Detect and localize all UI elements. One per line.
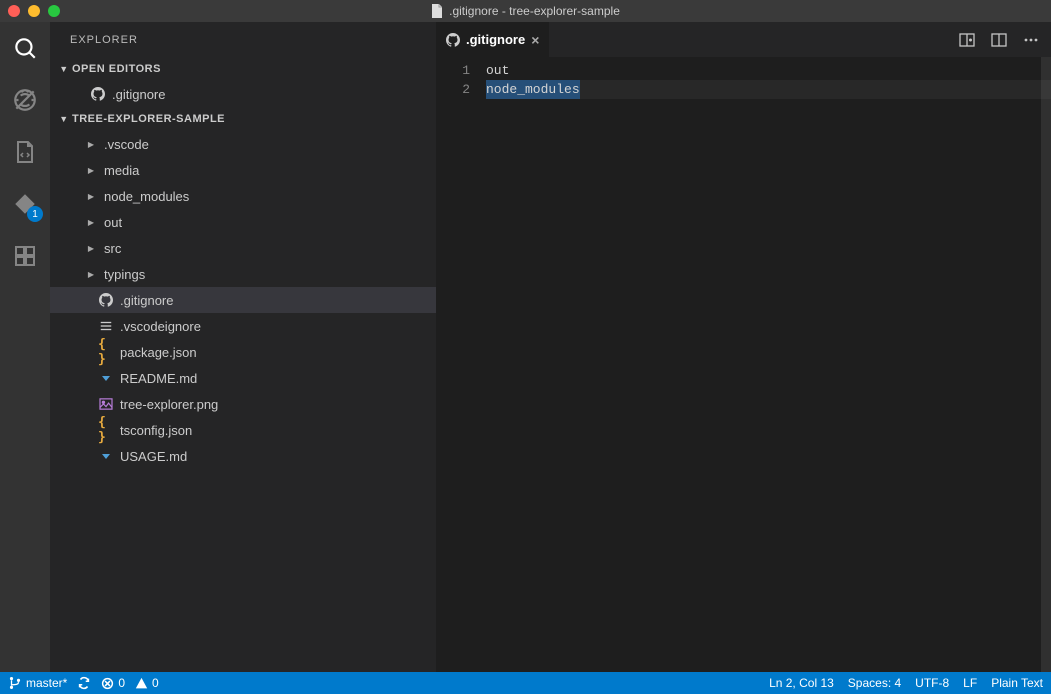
minimize-window-button[interactable]: [28, 5, 40, 17]
git-branch-status[interactable]: master*: [8, 676, 67, 690]
folder-item[interactable]: ▶ typings: [50, 261, 436, 287]
window-title: .gitignore - tree-explorer-sample: [449, 4, 620, 18]
close-tab-icon[interactable]: ×: [531, 32, 539, 48]
editor-tab[interactable]: .gitignore ×: [436, 22, 550, 57]
code-line[interactable]: out: [486, 61, 1051, 80]
file-name: USAGE.md: [120, 449, 187, 464]
file-name: package.json: [120, 345, 197, 360]
status-bar: master* 0 0 Ln 2, Col 13 Spaces: 4 UTF-8…: [0, 672, 1051, 694]
lines-icon: [98, 319, 114, 333]
open-editors-section-header[interactable]: ▼ OPEN EDITORS: [50, 57, 436, 81]
chevron-right-icon: ▶: [84, 166, 98, 175]
window-controls: [0, 5, 60, 17]
braces-icon: { }: [98, 337, 114, 367]
chevron-right-icon: ▶: [84, 218, 98, 227]
chevron-right-icon: ▶: [84, 244, 98, 253]
chevron-down-icon: ▼: [56, 64, 72, 74]
file-item[interactable]: { } package.json: [50, 339, 436, 365]
project-section-header[interactable]: ▼ TREE-EXPLORER-SAMPLE: [50, 107, 436, 131]
editor-area: .gitignore × 1 2 out: [436, 22, 1051, 672]
branch-name: master*: [26, 676, 67, 690]
open-editor-name: .gitignore: [112, 87, 165, 102]
folder-name: media: [104, 163, 139, 178]
scm-badge: 1: [27, 206, 43, 222]
chevron-down-icon: ▼: [56, 114, 72, 124]
cursor-position-status[interactable]: Ln 2, Col 13: [769, 676, 834, 690]
vertical-scrollbar[interactable]: [1041, 57, 1051, 672]
errors-status[interactable]: 0: [101, 676, 125, 690]
file-item[interactable]: USAGE.md: [50, 443, 436, 469]
file-item[interactable]: tree-explorer.png: [50, 391, 436, 417]
file-name: README.md: [120, 371, 197, 386]
file-item[interactable]: .gitignore: [50, 287, 436, 313]
encoding-status[interactable]: UTF-8: [915, 676, 949, 690]
file-item[interactable]: { } tsconfig.json: [50, 417, 436, 443]
more-actions-icon[interactable]: [1023, 32, 1039, 48]
folder-name: node_modules: [104, 189, 189, 204]
line-number: 2: [436, 80, 470, 99]
code-line[interactable]: node_modules: [486, 80, 1051, 99]
braces-icon: { }: [98, 415, 114, 445]
chevron-right-icon: ▶: [84, 192, 98, 201]
file-name: tsconfig.json: [120, 423, 192, 438]
folder-item[interactable]: ▶ out: [50, 209, 436, 235]
indentation-status[interactable]: Spaces: 4: [848, 676, 901, 690]
git-icon: [446, 33, 460, 47]
project-label: TREE-EXPLORER-SAMPLE: [72, 113, 225, 125]
scm-activity-icon[interactable]: 1: [11, 190, 39, 218]
git-icon: [98, 293, 114, 307]
arrow-icon: [98, 449, 114, 463]
zoom-window-button[interactable]: [48, 5, 60, 17]
folder-item[interactable]: ▶ src: [50, 235, 436, 261]
language-mode-status[interactable]: Plain Text: [991, 676, 1043, 690]
extensions-activity-icon[interactable]: [11, 242, 39, 270]
warnings-status[interactable]: 0: [135, 676, 159, 690]
debug-disabled-icon[interactable]: [11, 86, 39, 114]
folder-name: .vscode: [104, 137, 149, 152]
error-count: 0: [118, 676, 125, 690]
open-editor-item[interactable]: .gitignore: [50, 81, 436, 107]
tab-label: .gitignore: [466, 32, 525, 47]
file-name: .vscodeignore: [120, 319, 201, 334]
activity-bar: 1: [0, 22, 50, 672]
git-icon: [90, 87, 106, 101]
sidebar-title: EXPLORER: [50, 22, 436, 57]
split-editor-icon[interactable]: [991, 32, 1007, 48]
chevron-right-icon: ▶: [84, 270, 98, 279]
folder-name: src: [104, 241, 121, 256]
eol-status[interactable]: LF: [963, 676, 977, 690]
editor-tab-bar: .gitignore ×: [436, 22, 1051, 57]
file-name: tree-explorer.png: [120, 397, 218, 412]
code-lines[interactable]: out node_modules: [486, 57, 1051, 672]
editor-body[interactable]: 1 2 out node_modules: [436, 57, 1051, 672]
line-number: 1: [436, 61, 470, 80]
explorer-sidebar: EXPLORER ▼ OPEN EDITORS .gitignore ▼ TRE…: [50, 22, 436, 672]
folder-item[interactable]: ▶ .vscode: [50, 131, 436, 157]
file-item[interactable]: README.md: [50, 365, 436, 391]
window-titlebar: .gitignore - tree-explorer-sample: [0, 0, 1051, 22]
line-number-gutter: 1 2: [436, 57, 486, 672]
sync-status[interactable]: [77, 676, 91, 690]
file-icon: [431, 4, 443, 18]
split-preview-icon[interactable]: [959, 32, 975, 48]
open-editors-label: OPEN EDITORS: [72, 63, 161, 75]
file-activity-icon[interactable]: [11, 138, 39, 166]
image-icon: [98, 398, 114, 410]
folder-item[interactable]: ▶ media: [50, 157, 436, 183]
folder-item[interactable]: ▶ node_modules: [50, 183, 436, 209]
explorer-activity-icon[interactable]: [11, 34, 39, 62]
file-name: .gitignore: [120, 293, 173, 308]
arrow-icon: [98, 371, 114, 385]
chevron-right-icon: ▶: [84, 140, 98, 149]
close-window-button[interactable]: [8, 5, 20, 17]
file-item[interactable]: .vscodeignore: [50, 313, 436, 339]
folder-name: typings: [104, 267, 145, 282]
folder-name: out: [104, 215, 122, 230]
warning-count: 0: [152, 676, 159, 690]
